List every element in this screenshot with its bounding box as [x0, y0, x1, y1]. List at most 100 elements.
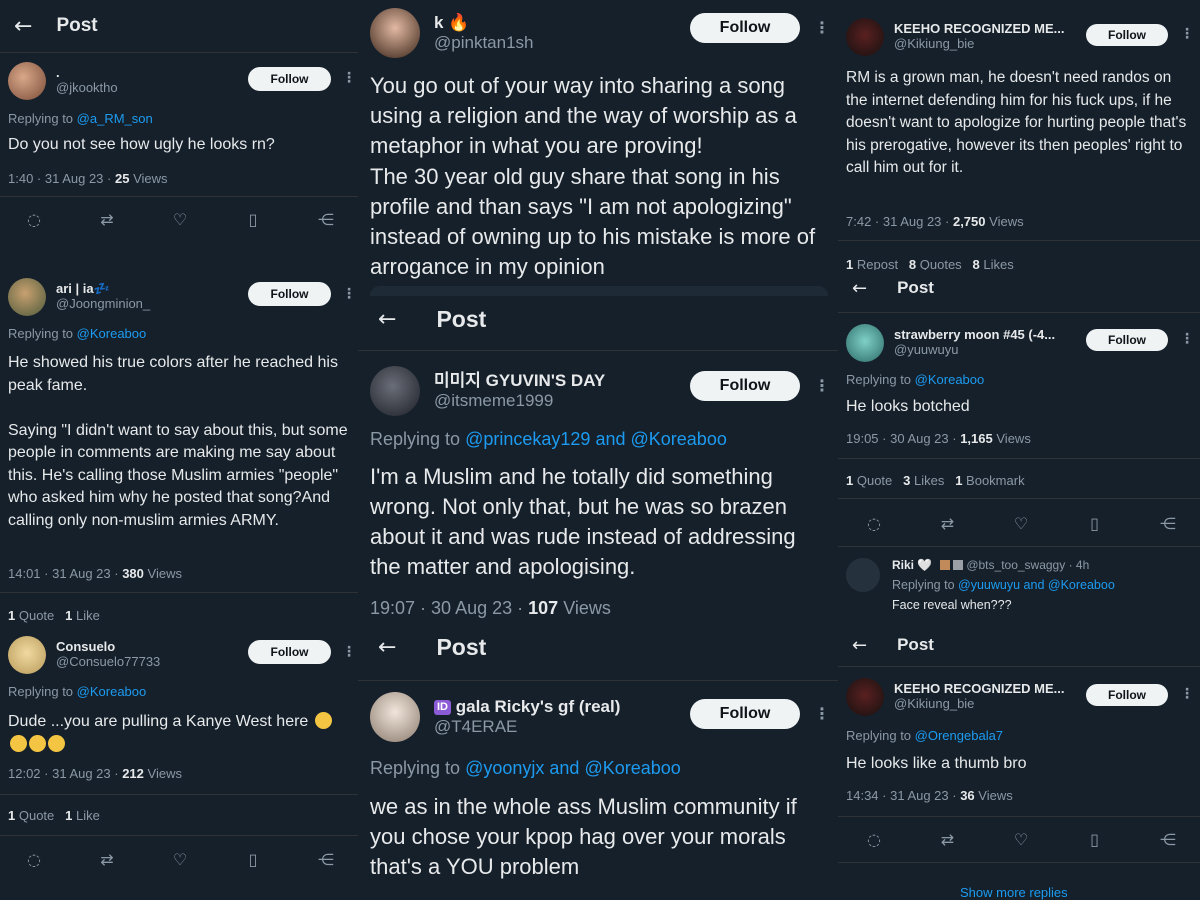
more-icon[interactable]: ⋮: [814, 18, 830, 37]
reply-header: Riki 🤍 @bts_too_swaggy · 4h: [892, 558, 1089, 572]
display-name[interactable]: ari | ia💤: [56, 281, 150, 297]
mention-link[interactable]: @Koreaboo: [1048, 578, 1115, 592]
follow-button[interactable]: Follow: [690, 371, 800, 401]
id-badge-icon: ID: [434, 700, 451, 716]
display-name[interactable]: .: [56, 65, 118, 81]
back-arrow-icon[interactable]: ←: [14, 14, 32, 39]
back-arrow-icon[interactable]: ←: [852, 635, 867, 656]
heart-icon[interactable]: ♡: [168, 850, 192, 869]
heart-icon[interactable]: ♡: [1009, 514, 1033, 533]
bookmark-icon[interactable]: ▯: [1083, 514, 1107, 533]
share-icon[interactable]: ⋲: [1156, 830, 1180, 849]
post-text: Do you not see how ugly he looks rn?: [8, 136, 275, 153]
heart-icon[interactable]: ♡: [1009, 830, 1033, 849]
more-icon[interactable]: ⋮: [342, 286, 356, 302]
display-name[interactable]: KEEHO RECOGNIZED ME...: [894, 21, 1064, 37]
mention-link[interactable]: @yoonyjx: [465, 758, 544, 778]
back-arrow-icon[interactable]: ←: [852, 278, 867, 299]
avatar[interactable]: [846, 324, 884, 362]
mention-link[interactable]: @princekay129: [465, 429, 590, 449]
mention-link[interactable]: @yuuwuyu: [958, 578, 1020, 592]
more-icon[interactable]: ⋮: [1180, 26, 1194, 42]
handle[interactable]: @jkooktho: [56, 80, 118, 96]
replying-to: Replying to @Koreaboo: [8, 684, 147, 699]
display-name[interactable]: KEEHO RECOGNIZED ME...: [894, 681, 1064, 697]
avatar[interactable]: [8, 278, 46, 316]
share-icon[interactable]: ⋲: [1156, 514, 1180, 533]
reply-icon[interactable]: ◌: [862, 830, 886, 849]
share-icon[interactable]: ⋲: [314, 850, 338, 869]
replying-to: Replying to @yoonyjx and @Koreaboo: [370, 758, 681, 778]
bookmark-icon[interactable]: ▯: [241, 210, 265, 229]
avatar[interactable]: [8, 62, 46, 100]
handle[interactable]: @yuuwuyu: [894, 342, 1055, 358]
replying-to: Replying to @princekay129 and @Koreaboo: [370, 429, 727, 449]
display-name[interactable]: Consuelo: [56, 639, 160, 655]
show-more-replies-link[interactable]: Show more replies: [960, 885, 1068, 900]
divider: [358, 350, 838, 351]
avatar[interactable]: [370, 692, 420, 742]
share-icon[interactable]: ⋲: [314, 210, 338, 229]
follow-button[interactable]: Follow: [690, 13, 800, 43]
more-icon[interactable]: ⋮: [342, 644, 356, 660]
avatar[interactable]: [370, 8, 420, 58]
repost-icon[interactable]: ⇄: [95, 210, 119, 229]
display-name[interactable]: 미미지 GYUVIN'S DAY: [434, 371, 605, 391]
avatar[interactable]: [370, 366, 420, 416]
display-name[interactable]: ID gala Ricky's gf (real): [434, 697, 620, 717]
back-arrow-icon[interactable]: ←: [378, 307, 396, 332]
repost-icon[interactable]: ⇄: [936, 514, 960, 533]
follow-button[interactable]: Follow: [248, 67, 331, 91]
more-icon[interactable]: ⋮: [1180, 331, 1194, 347]
avatar[interactable]: [846, 558, 880, 592]
avatar[interactable]: [846, 18, 884, 56]
reply-icon[interactable]: ◌: [862, 514, 886, 533]
follow-button[interactable]: Follow: [248, 282, 331, 306]
follow-button[interactable]: Follow: [1086, 329, 1168, 351]
avatar[interactable]: [8, 636, 46, 674]
mention-link[interactable]: @Koreaboo: [584, 758, 680, 778]
handle[interactable]: @bts_too_swaggy · 4h: [966, 558, 1089, 572]
action-bar: ◌ ⇄ ♡ ▯ ⋲: [862, 830, 1180, 849]
repost-icon[interactable]: ⇄: [936, 830, 960, 849]
mention-link[interactable]: @a_RM_son: [77, 111, 153, 126]
handle[interactable]: @Kikiung_bie: [894, 36, 1064, 52]
handle[interactable]: @Consuelo77733: [56, 654, 160, 670]
follow-button[interactable]: Follow: [690, 699, 800, 729]
action-bar: ◌ ⇄ ♡ ▯ ⋲: [22, 210, 338, 229]
mention-link[interactable]: @Koreaboo: [915, 372, 985, 387]
mention-link[interactable]: @Koreaboo: [77, 684, 147, 699]
handle[interactable]: @Kikiung_bie: [894, 696, 1064, 712]
post-meta: 19:05 · 30 Aug 23 · 1,165 Views: [846, 431, 1031, 446]
handle[interactable]: @Joongminion_: [56, 296, 150, 312]
more-icon[interactable]: ⋮: [342, 70, 356, 86]
follow-button[interactable]: Follow: [1086, 684, 1168, 706]
back-arrow-icon[interactable]: ←: [378, 635, 396, 660]
repost-icon[interactable]: ⇄: [95, 850, 119, 869]
divider: [0, 52, 358, 53]
heart-icon[interactable]: ♡: [168, 210, 192, 229]
reply-icon[interactable]: ◌: [22, 850, 46, 869]
post-text: we as in the whole ass Muslim community …: [370, 794, 797, 879]
avatar[interactable]: [846, 678, 884, 716]
follow-button[interactable]: Follow: [248, 640, 331, 664]
display-name[interactable]: strawberry moon #45 (-4...: [894, 327, 1055, 343]
bookmark-icon[interactable]: ▯: [241, 850, 265, 869]
mention-link[interactable]: @Koreaboo: [631, 429, 727, 449]
display-name[interactable]: k 🔥: [434, 13, 534, 33]
display-name[interactable]: Riki 🤍: [892, 558, 932, 572]
more-icon[interactable]: ⋮: [814, 376, 830, 395]
more-icon[interactable]: ⋮: [814, 704, 830, 723]
follow-button[interactable]: Follow: [1086, 24, 1168, 46]
more-icon[interactable]: ⋮: [1180, 686, 1194, 702]
page-title: Post: [897, 278, 934, 297]
post-text: Dude ...you are pulling a Kanye West her…: [8, 713, 309, 730]
mention-link[interactable]: @Orengebala7: [915, 728, 1003, 743]
handle[interactable]: @T4ERAE: [434, 717, 620, 737]
handle[interactable]: @pinktan1sh: [434, 33, 534, 53]
mention-link[interactable]: @Koreaboo: [77, 326, 147, 341]
handle[interactable]: @itsmeme1999: [434, 391, 605, 411]
page-title: Post: [436, 305, 487, 332]
bookmark-icon[interactable]: ▯: [1083, 830, 1107, 849]
reply-icon[interactable]: ◌: [22, 210, 46, 229]
